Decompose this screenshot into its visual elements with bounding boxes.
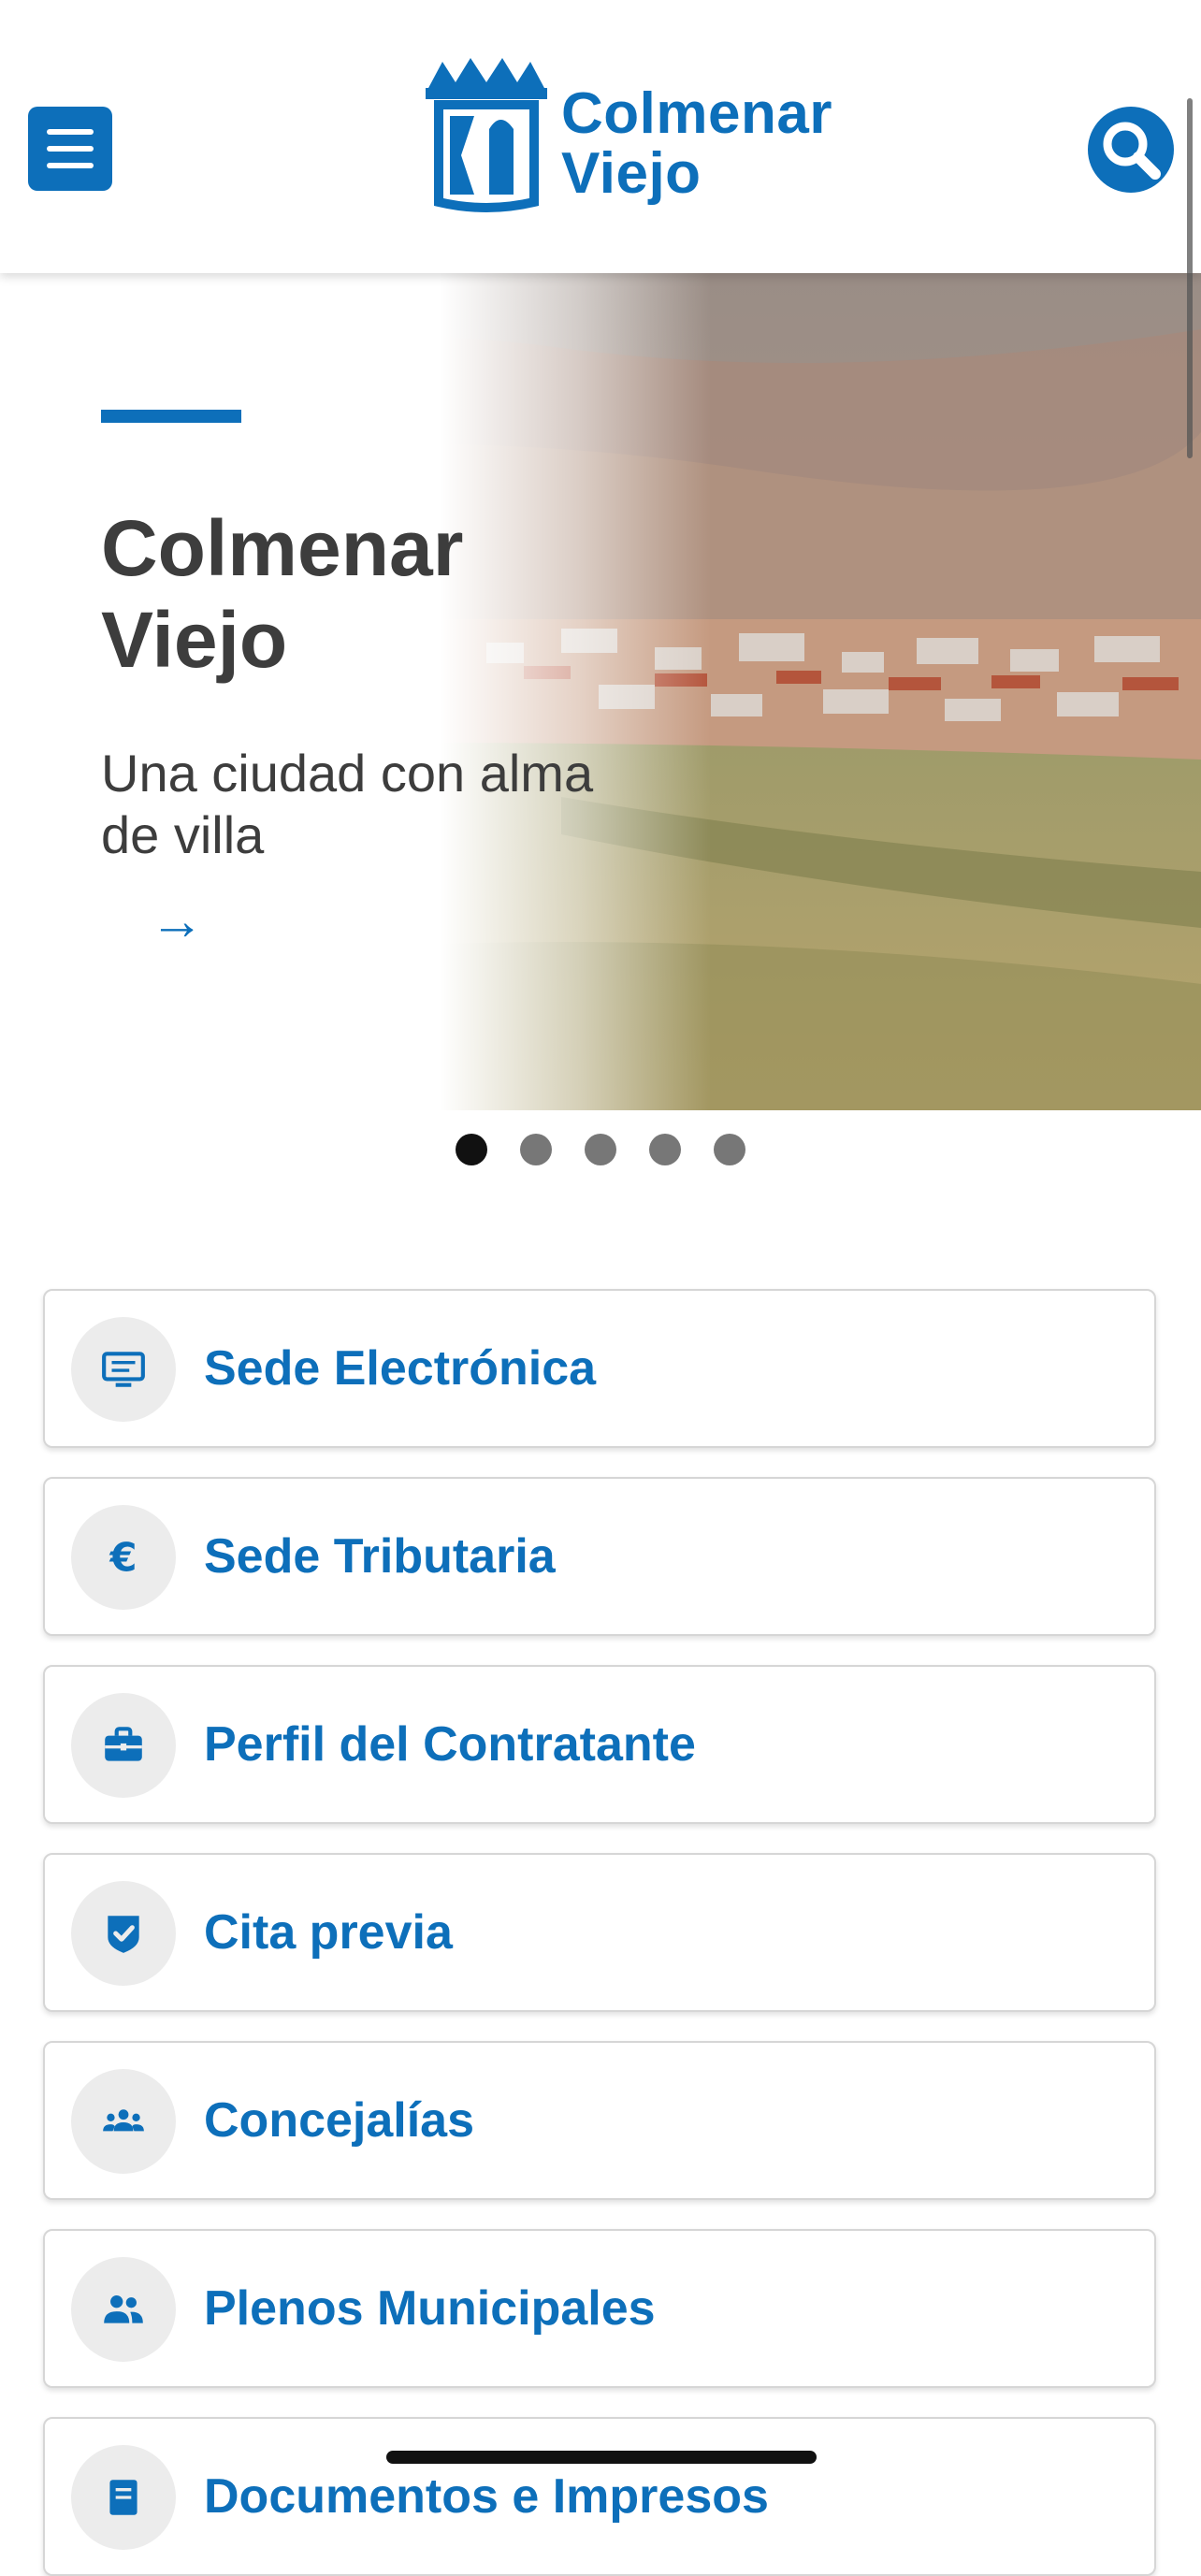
coat-of-arms-icon bbox=[426, 58, 547, 212]
link-card-label: Plenos Municipales bbox=[204, 2281, 656, 2336]
link-card-label: Sede Electrónica bbox=[204, 1341, 597, 1396]
svg-text:€: € bbox=[109, 1535, 137, 1581]
briefcase-icon bbox=[105, 1727, 142, 1761]
logo-text-line1: Colmenar bbox=[561, 81, 832, 146]
link-card-perfil-contratante[interactable]: Perfil del Contratante bbox=[43, 1665, 1156, 1824]
link-card-label: Perfil del Contratante bbox=[204, 1717, 696, 1772]
page-scrollbar[interactable] bbox=[1187, 98, 1193, 458]
euro-icon: € bbox=[109, 1535, 137, 1581]
slide-dot-2[interactable] bbox=[520, 1134, 552, 1165]
slide-dot-5[interactable] bbox=[714, 1134, 745, 1165]
checkmark-shield-icon bbox=[108, 1916, 139, 1953]
people-icon bbox=[104, 2295, 143, 2323]
document-icon bbox=[109, 2480, 137, 2515]
slide-dot-1[interactable] bbox=[456, 1134, 487, 1165]
computer-icon bbox=[102, 1352, 145, 1387]
site-logo[interactable]: Colmenar Viejo bbox=[416, 54, 865, 223]
hero-accent-bar bbox=[101, 410, 241, 423]
link-card-label: Concejalías bbox=[204, 2093, 475, 2148]
hero-arrow-link[interactable]: → bbox=[150, 893, 204, 949]
link-card-concejalias[interactable]: Concejalías bbox=[43, 2041, 1156, 2200]
site-header: Colmenar Viejo bbox=[0, 0, 1201, 273]
slide-dot-3[interactable] bbox=[585, 1134, 616, 1165]
hero-title: Colmenar Viejo bbox=[101, 504, 464, 684]
hamburger-icon bbox=[47, 129, 94, 135]
link-card-sede-electronica[interactable]: Sede Electrónica bbox=[43, 1289, 1156, 1448]
hero-slider: Colmenar Viejo Una ciudad con alma de vi… bbox=[0, 273, 1201, 1110]
home-indicator[interactable] bbox=[386, 2451, 817, 2464]
slide-dot-4[interactable] bbox=[649, 1134, 681, 1165]
menu-button[interactable] bbox=[28, 107, 112, 191]
link-card-label: Documentos e Impresos bbox=[204, 2469, 769, 2524]
link-card-documentos-impresos[interactable]: Documentos e Impresos bbox=[43, 2417, 1156, 2576]
hero-subtitle: Una ciudad con alma de villa bbox=[101, 744, 594, 864]
link-card-sede-tributaria[interactable]: € Sede Tributaria bbox=[43, 1477, 1156, 1636]
logo-text-line2: Viejo bbox=[561, 141, 702, 206]
link-card-label: Sede Tributaria bbox=[204, 1529, 556, 1584]
group-icon bbox=[103, 2109, 144, 2132]
link-card-plenos-municipales[interactable]: Plenos Municipales bbox=[43, 2229, 1156, 2388]
search-button[interactable] bbox=[1088, 107, 1174, 193]
search-icon bbox=[1103, 122, 1161, 180]
link-card-label: Cita previa bbox=[204, 1905, 453, 1960]
slider-pagination bbox=[0, 1134, 1201, 1171]
link-card-cita-previa[interactable]: Cita previa bbox=[43, 1853, 1156, 2012]
